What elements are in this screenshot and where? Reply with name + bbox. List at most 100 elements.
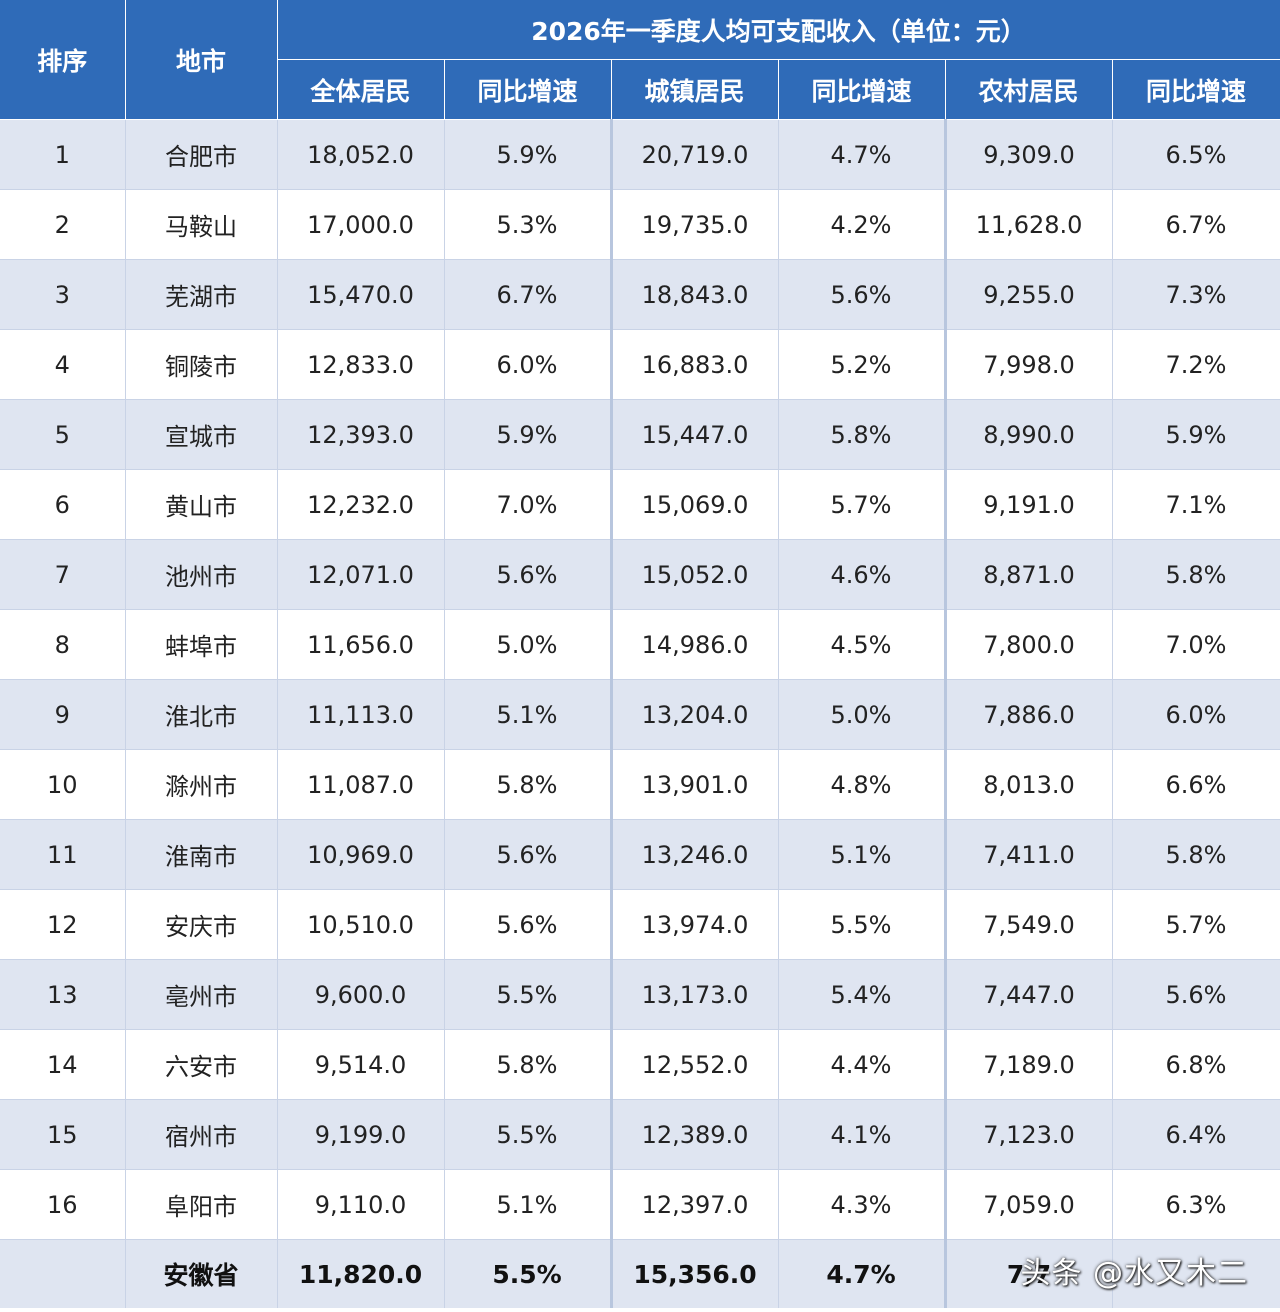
cell-urban-growth: 5.8% bbox=[778, 399, 947, 470]
cell-rank: 13 bbox=[0, 959, 126, 1030]
cell-city: 安庆市 bbox=[125, 889, 278, 960]
cell-city: 黄山市 bbox=[125, 469, 278, 540]
total-all-growth: 5.5% bbox=[444, 1239, 613, 1308]
cell-rank: 14 bbox=[0, 1029, 126, 1100]
table-row: 8 蚌埠市 11,656.0 5.0% 14,986.0 4.5% 7,800.0 7.0% bbox=[0, 609, 1280, 680]
cell-rural-growth: 5.7% bbox=[1112, 889, 1280, 960]
cell-rural-growth: 6.0% bbox=[1112, 679, 1280, 750]
cell-urban-growth: 4.7% bbox=[778, 119, 947, 190]
table-row: 14 六安市 9,514.0 5.8% 12,552.0 4.4% 7,189.0 6.8% bbox=[0, 1029, 1280, 1100]
cell-urban: 13,974.0 bbox=[611, 889, 779, 960]
total-rank bbox=[0, 1239, 126, 1308]
cell-urban: 14,986.0 bbox=[611, 609, 779, 680]
header-rural-residents: 农村居民 bbox=[945, 59, 1113, 120]
cell-all-growth: 5.9% bbox=[444, 399, 613, 470]
table-row: 11 淮南市 10,969.0 5.6% 13,246.0 5.1% 7,411.0 5.8% bbox=[0, 819, 1280, 890]
table-row: 6 黄山市 12,232.0 7.0% 15,069.0 5.7% 9,191.0 7.1% bbox=[0, 469, 1280, 540]
cell-urban: 15,069.0 bbox=[611, 469, 779, 540]
header-city: 地市 bbox=[125, 0, 278, 120]
cell-city: 蚌埠市 bbox=[125, 609, 278, 680]
cell-rural-growth: 5.9% bbox=[1112, 399, 1280, 470]
cell-rural-growth: 5.6% bbox=[1112, 959, 1280, 1030]
table-row: 7 池州市 12,071.0 5.6% 15,052.0 4.6% 8,871.0 5.8% bbox=[0, 539, 1280, 610]
cell-city: 滁州市 bbox=[125, 749, 278, 820]
cell-rank: 9 bbox=[0, 679, 126, 750]
cell-urban: 18,843.0 bbox=[611, 259, 779, 330]
cell-rural: 7,549.0 bbox=[945, 889, 1113, 960]
cell-city: 芜湖市 bbox=[125, 259, 278, 330]
header-all-residents: 全体居民 bbox=[277, 59, 445, 120]
cell-all-growth: 5.3% bbox=[444, 189, 613, 260]
cell-all: 10,510.0 bbox=[277, 889, 445, 960]
cell-city: 亳州市 bbox=[125, 959, 278, 1030]
cell-all-growth: 6.7% bbox=[444, 259, 613, 330]
cell-all: 12,071.0 bbox=[277, 539, 445, 610]
table-row: 4 铜陵市 12,833.0 6.0% 16,883.0 5.2% 7,998.0 7.2% bbox=[0, 329, 1280, 400]
cell-city: 马鞍山 bbox=[125, 189, 278, 260]
cell-all: 10,969.0 bbox=[277, 819, 445, 890]
cell-rural: 7,447.0 bbox=[945, 959, 1113, 1030]
cell-rural: 11,628.0 bbox=[945, 189, 1113, 260]
cell-urban: 15,052.0 bbox=[611, 539, 779, 610]
cell-all-growth: 5.6% bbox=[444, 819, 613, 890]
total-urban-growth: 4.7% bbox=[778, 1239, 947, 1308]
cell-rural: 9,309.0 bbox=[945, 119, 1113, 190]
cell-all-growth: 7.0% bbox=[444, 469, 613, 540]
cell-urban-growth: 5.4% bbox=[778, 959, 947, 1030]
cell-rural-growth: 6.3% bbox=[1112, 1169, 1280, 1240]
cell-rural-growth: 7.2% bbox=[1112, 329, 1280, 400]
cell-all-growth: 5.9% bbox=[444, 119, 613, 190]
cell-urban-growth: 5.5% bbox=[778, 889, 947, 960]
table-body: 1 合肥市 18,052.0 5.9% 20,719.0 4.7% 9,309.0 6.5% 2… bbox=[0, 119, 1280, 1240]
cell-urban: 15,447.0 bbox=[611, 399, 779, 470]
cell-all-growth: 5.0% bbox=[444, 609, 613, 680]
cell-urban: 13,173.0 bbox=[611, 959, 779, 1030]
income-table: 排序 地市 2026年一季度人均可支配收入（单位：元） 全体居民 同比增速 城镇… bbox=[0, 0, 1280, 1308]
cell-all: 11,656.0 bbox=[277, 609, 445, 680]
table-row: 5 宣城市 12,393.0 5.9% 15,447.0 5.8% 8,990.0 5.9% bbox=[0, 399, 1280, 470]
cell-all: 17,000.0 bbox=[277, 189, 445, 260]
cell-rank: 6 bbox=[0, 469, 126, 540]
cell-all: 12,232.0 bbox=[277, 469, 445, 540]
cell-rank: 5 bbox=[0, 399, 126, 470]
table-row: 13 亳州市 9,600.0 5.5% 13,173.0 5.4% 7,447.0 5.6% bbox=[0, 959, 1280, 1030]
cell-rural: 8,990.0 bbox=[945, 399, 1113, 470]
cell-all-growth: 5.5% bbox=[444, 959, 613, 1030]
cell-rank: 1 bbox=[0, 119, 126, 190]
cell-all: 15,470.0 bbox=[277, 259, 445, 330]
cell-urban: 13,204.0 bbox=[611, 679, 779, 750]
cell-all-growth: 6.0% bbox=[444, 329, 613, 400]
cell-rural-growth: 6.5% bbox=[1112, 119, 1280, 190]
table-row: 16 阜阳市 9,110.0 5.1% 12,397.0 4.3% 7,059.0 6.3% bbox=[0, 1169, 1280, 1240]
cell-rural: 8,013.0 bbox=[945, 749, 1113, 820]
cell-urban: 12,389.0 bbox=[611, 1099, 779, 1170]
cell-rural: 7,059.0 bbox=[945, 1169, 1113, 1240]
cell-all: 12,833.0 bbox=[277, 329, 445, 400]
cell-urban: 12,552.0 bbox=[611, 1029, 779, 1100]
header-rank: 排序 bbox=[0, 0, 126, 120]
cell-rural: 7,998.0 bbox=[945, 329, 1113, 400]
cell-all: 12,393.0 bbox=[277, 399, 445, 470]
cell-rural-growth: 7.1% bbox=[1112, 469, 1280, 540]
table-row: 9 淮北市 11,113.0 5.1% 13,204.0 5.0% 7,886.0 6.0% bbox=[0, 679, 1280, 750]
cell-urban: 16,883.0 bbox=[611, 329, 779, 400]
total-province: 安徽省 bbox=[125, 1239, 278, 1308]
table-row: 12 安庆市 10,510.0 5.6% 13,974.0 5.5% 7,549.0 5.7% bbox=[0, 889, 1280, 960]
cell-rural-growth: 5.8% bbox=[1112, 539, 1280, 610]
cell-city: 阜阳市 bbox=[125, 1169, 278, 1240]
cell-rural: 9,255.0 bbox=[945, 259, 1113, 330]
cell-rural-growth: 6.6% bbox=[1112, 749, 1280, 820]
cell-rural: 7,886.0 bbox=[945, 679, 1113, 750]
watermark: 头条 @水又木二 bbox=[1020, 1256, 1248, 1291]
cell-city: 池州市 bbox=[125, 539, 278, 610]
cell-rural: 9,191.0 bbox=[945, 469, 1113, 540]
cell-rural-growth: 6.7% bbox=[1112, 189, 1280, 260]
cell-urban-growth: 4.4% bbox=[778, 1029, 947, 1100]
cell-rural-growth: 6.4% bbox=[1112, 1099, 1280, 1170]
cell-rank: 11 bbox=[0, 819, 126, 890]
cell-urban-growth: 5.0% bbox=[778, 679, 947, 750]
cell-city: 宣城市 bbox=[125, 399, 278, 470]
header-urban-residents: 城镇居民 bbox=[611, 59, 779, 120]
cell-urban: 19,735.0 bbox=[611, 189, 779, 260]
table-title: 2026年一季度人均可支配收入（单位：元） bbox=[277, 0, 1280, 60]
